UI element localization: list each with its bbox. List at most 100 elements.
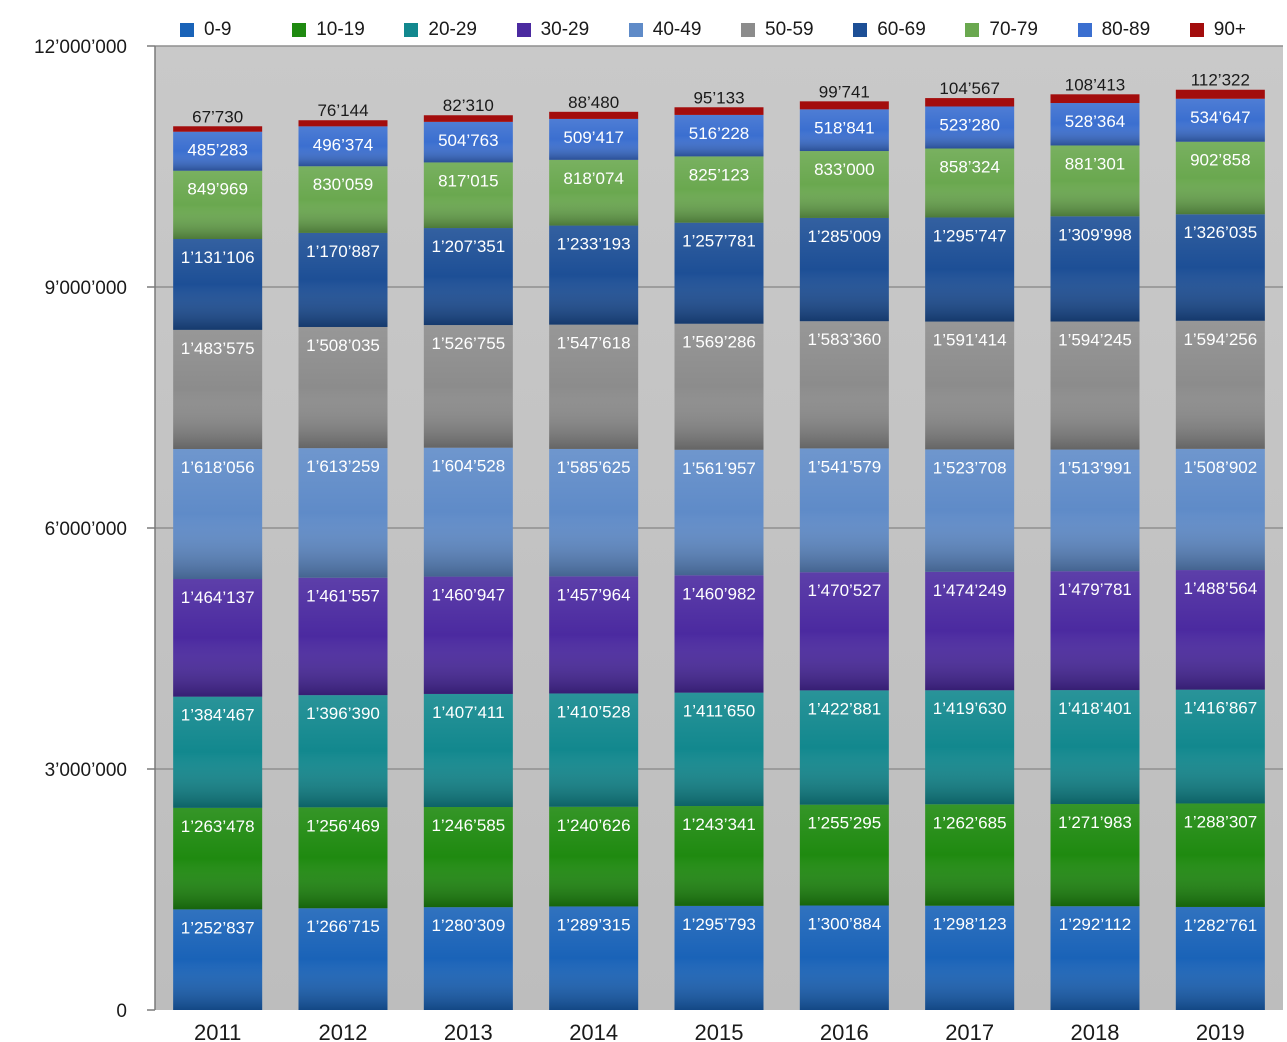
data-label-60-69-2017: 1’295’747: [933, 226, 1007, 245]
y-tick-label: 3’000’000: [45, 760, 127, 781]
data-label-0-9-2016: 1’300’884: [807, 914, 881, 933]
bar-segment-90+-2017: [925, 98, 1015, 107]
data-label-50-59-2016: 1’583’360: [807, 330, 881, 349]
data-label-90+-2018: 108’413: [1065, 75, 1126, 94]
x-tick-label-2019: 2019: [1196, 1020, 1245, 1042]
data-label-40-49-2013: 1’604’528: [431, 457, 505, 476]
legend-label: 50-59: [765, 19, 814, 40]
legend-item-20-29: 20-29: [404, 18, 477, 42]
legend-item-90+: 90+: [1189, 18, 1246, 42]
data-label-90+-2017: 104’567: [939, 79, 1000, 98]
data-label-80-89-2018: 528’364: [1065, 112, 1126, 131]
legend-swatch: [180, 23, 194, 37]
data-label-70-79-2019: 902’858: [1190, 151, 1251, 170]
data-label-30-29-2011: 1’464’137: [181, 588, 255, 607]
bar-segment-90+-2019: [1175, 89, 1265, 99]
data-label-20-29-2017: 1’419’630: [933, 699, 1007, 718]
data-label-80-89-2014: 509’417: [563, 128, 624, 147]
data-label-60-69-2014: 1’233’193: [557, 235, 631, 254]
data-label-90+-2016: 99’741: [819, 82, 870, 101]
data-label-0-9-2017: 1’298’123: [933, 915, 1007, 934]
data-label-90+-2012: 76’144: [317, 101, 368, 120]
legend-item-0-9: 0-9: [180, 18, 231, 42]
data-label-40-49-2014: 1’585’625: [557, 458, 631, 477]
data-label-20-29-2013: 1’407’411: [432, 703, 504, 722]
data-label-80-89-2015: 516’228: [689, 124, 750, 143]
data-label-50-59-2017: 1’591’414: [933, 331, 1007, 350]
data-label-70-79-2014: 818’074: [563, 169, 624, 188]
bar-segment-90+-2014: [549, 111, 639, 119]
legend-swatch: [965, 23, 980, 37]
data-label-70-79-2016: 833’000: [814, 160, 875, 179]
data-label-50-59-2015: 1’569’286: [682, 333, 756, 352]
data-label-0-9-2014: 1’289’315: [557, 915, 631, 934]
data-label-60-69-2013: 1’207’351: [431, 237, 505, 256]
legend-item-70-79: 70-79: [965, 18, 1038, 42]
data-label-50-59-2013: 1’526’755: [431, 334, 505, 353]
legend-label: 80-89: [1101, 19, 1151, 40]
data-label-0-9-2011: 1’252’837: [181, 918, 255, 937]
data-label-10-19-2013: 1’246’585: [431, 816, 505, 835]
data-label-20-29-2019: 1’416’867: [1183, 699, 1257, 718]
data-label-80-89-2012: 496’374: [313, 135, 374, 154]
data-label-80-89-2011: 485’283: [187, 141, 248, 160]
data-label-70-79-2013: 817’015: [438, 171, 499, 190]
data-label-90+-2015: 95’133: [693, 88, 744, 107]
data-label-90+-2013: 82’310: [443, 96, 494, 115]
data-label-10-19-2012: 1’256’469: [306, 816, 380, 835]
data-label-10-19-2014: 1’240’626: [557, 816, 631, 835]
x-tick-label-2015: 2015: [695, 1020, 744, 1042]
y-tick-label: 0: [116, 1001, 127, 1022]
data-label-20-29-2016: 1’422’881: [807, 699, 881, 718]
data-label-90+-2019: 112’322: [1191, 71, 1250, 90]
data-label-40-49-2018: 1’513’991: [1058, 459, 1132, 478]
legend-item-50-59: 50-59: [741, 18, 814, 42]
legend-label: 30-29: [540, 19, 590, 40]
stacked-bar-chart: 0 3’000’000 6’000’000 9’000’000 12’000’000 1…: [34, 37, 1283, 1042]
data-label-70-79-2015: 825’123: [689, 165, 750, 184]
legend-label: 0-9: [204, 19, 232, 40]
data-label-10-19-2017: 1’262’685: [933, 813, 1007, 832]
bar-segment-90+-2012: [298, 120, 388, 127]
data-label-30-29-2013: 1’460’947: [431, 586, 505, 605]
data-label-50-59-2018: 1’594’245: [1058, 331, 1132, 350]
legend-swatch: [1189, 23, 1204, 37]
legend-item-10-19: 10-19: [292, 18, 365, 42]
data-label-30-29-2012: 1’461’557: [306, 587, 380, 606]
data-label-0-9-2012: 1’266’715: [306, 917, 380, 936]
bar-segment-90+-2015: [674, 107, 764, 115]
legend-label: 20-29: [428, 19, 477, 40]
data-label-0-9-2013: 1’280’309: [431, 916, 505, 935]
x-tick-label-2017: 2017: [945, 1020, 994, 1042]
data-label-30-29-2018: 1’479’781: [1058, 580, 1132, 599]
bar-segment-90+-2016: [799, 101, 889, 110]
data-label-20-29-2014: 1’410’528: [557, 702, 631, 721]
data-label-40-49-2011: 1’618’056: [181, 458, 255, 477]
data-label-60-69-2019: 1’326’035: [1183, 223, 1257, 242]
legend-label: 60-69: [877, 19, 926, 40]
legend-swatch: [1077, 23, 1092, 37]
x-tick-label-2018: 2018: [1071, 1020, 1120, 1042]
data-label-50-59-2014: 1’547’618: [557, 334, 631, 353]
legend-item-60-69: 60-69: [853, 18, 926, 42]
legend-label: 10-19: [316, 19, 365, 40]
data-label-60-69-2018: 1’309’998: [1058, 225, 1132, 244]
data-label-70-79-2012: 830’059: [313, 175, 374, 194]
data-label-80-89-2016: 518’841: [814, 118, 875, 137]
data-label-10-19-2015: 1’243’341: [682, 815, 756, 834]
legend-swatch: [628, 23, 643, 37]
y-axis: 0 3’000’000 6’000’000 9’000’000 12’000’000: [34, 37, 156, 1022]
y-tick-label: 6’000’000: [45, 519, 127, 540]
data-label-80-89-2017: 523’280: [939, 115, 1000, 134]
data-label-0-9-2019: 1’282’761: [1183, 916, 1257, 935]
y-tick-label: 9’000’000: [45, 278, 127, 299]
x-tick-label-2016: 2016: [820, 1020, 869, 1042]
bar-segment-90+-2018: [1050, 94, 1140, 104]
data-label-30-29-2014: 1’457’964: [557, 585, 631, 604]
legend-swatch: [516, 23, 531, 37]
data-label-70-79-2017: 858’324: [939, 158, 1000, 177]
data-label-0-9-2018: 1’292’112: [1059, 915, 1131, 934]
legend-swatch: [292, 23, 307, 37]
data-label-60-69-2011: 1’131’106: [181, 248, 255, 267]
x-tick-label-2013: 2013: [444, 1020, 493, 1042]
